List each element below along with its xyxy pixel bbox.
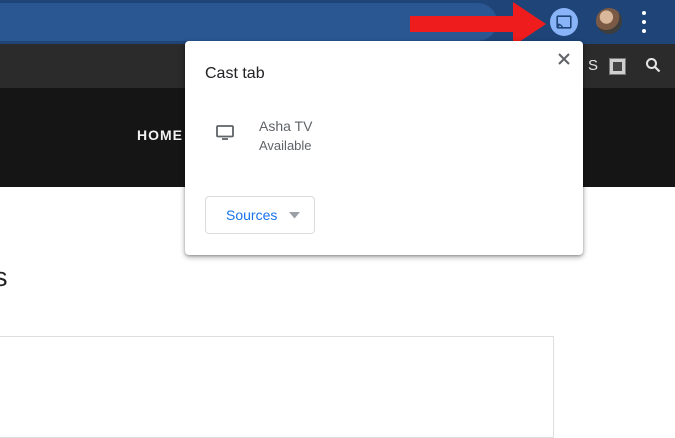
nav-home-link[interactable]: HOME	[137, 127, 183, 143]
device-name: Asha TV	[259, 118, 313, 134]
device-status: Available	[259, 138, 312, 153]
device-item-asha-tv[interactable]: Asha TV Available	[185, 109, 583, 163]
flag-icon[interactable]	[609, 58, 626, 75]
profile-avatar[interactable]	[596, 8, 622, 34]
page-heading: s	[0, 262, 8, 292]
cast-dialog: Cast tab Asha TV Available Sources	[185, 41, 583, 255]
close-button[interactable]	[554, 49, 574, 69]
menu-dots-icon[interactable]	[640, 11, 648, 33]
nav-partial-text[interactable]: S	[588, 57, 599, 74]
cast-button[interactable]	[550, 8, 578, 36]
content-card	[0, 336, 554, 438]
sources-label: Sources	[226, 207, 278, 223]
cast-icon	[556, 15, 572, 29]
close-icon	[558, 53, 570, 65]
sources-dropdown[interactable]: Sources	[205, 196, 315, 234]
dropdown-caret-icon	[289, 211, 301, 218]
browser-toolbar	[0, 0, 675, 44]
tv-icon	[216, 125, 234, 140]
search-icon[interactable]	[645, 57, 661, 73]
dialog-title: Cast tab	[205, 65, 265, 82]
